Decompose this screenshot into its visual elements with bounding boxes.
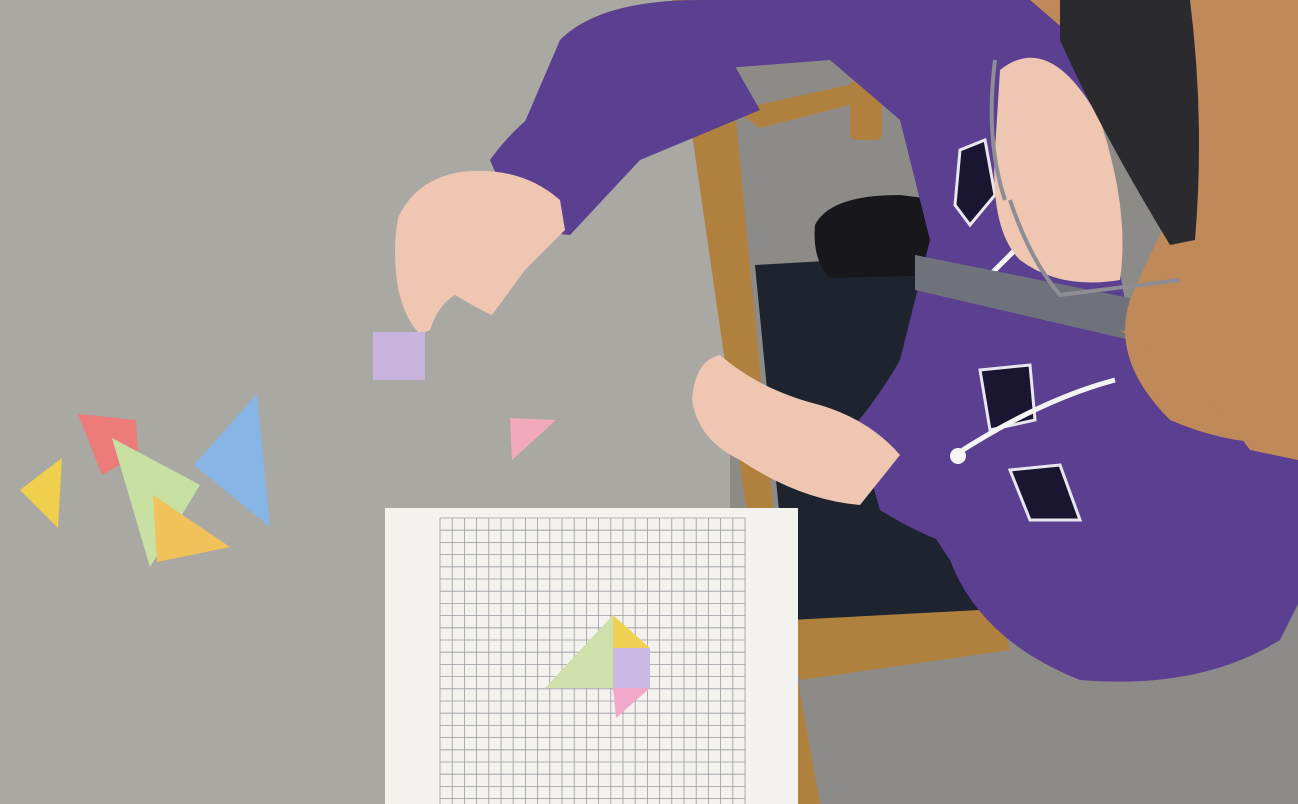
scene-illustration xyxy=(0,0,1298,804)
lavender-square xyxy=(373,332,425,380)
worksheet-lavender-square xyxy=(613,648,650,688)
grid-worksheet xyxy=(385,508,798,804)
photo-scene xyxy=(0,0,1298,804)
